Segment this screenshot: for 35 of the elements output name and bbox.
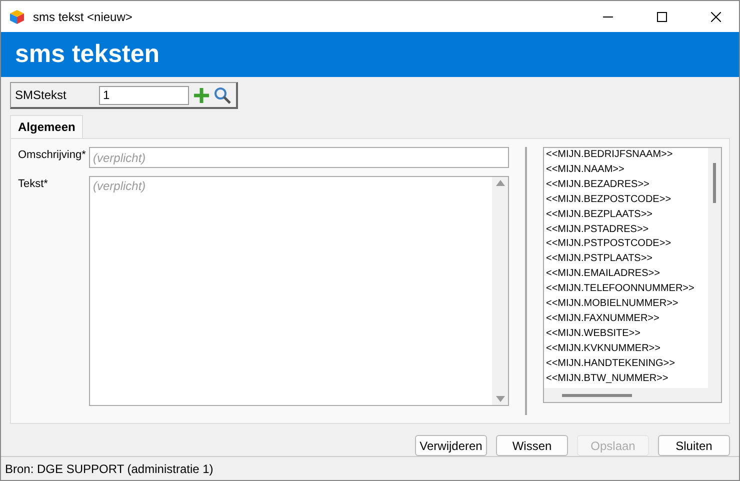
variable-item[interactable]: <<MIJN.BEZADRES>> <box>544 178 708 193</box>
variable-item[interactable]: <<MIJN.MOBIELNUMMER>> <box>544 297 708 312</box>
variable-item[interactable]: <<MIJN.PSTADRES>> <box>544 222 708 238</box>
scrollbar-thumb[interactable] <box>713 163 716 203</box>
variable-item[interactable]: <<MIJN.BEZPLAATS>> <box>544 208 708 223</box>
description-field[interactable]: (verplicht) <box>89 147 509 168</box>
tab[interactable]: Algemeen <box>10 115 84 138</box>
lookup-field[interactable]: 1 <box>99 86 189 104</box>
variable-item[interactable]: <<MIJN.PSTPOSTCODE>> <box>544 237 708 252</box>
field-label: Tekst* <box>18 177 49 192</box>
variable-item[interactable]: <<MIJN.BTW_NUMMER>> <box>544 372 708 386</box>
variable-item[interactable]: <<MIJN.WEBSITE>> <box>544 326 708 342</box>
field-label: Omschrijving* <box>18 148 87 163</box>
variable-item[interactable]: <<MIJN.BEZPOSTCODE>> <box>544 192 708 208</box>
variable-item[interactable]: <<MIJN.TELEFOONNUMMER>> <box>544 282 708 298</box>
variable-item[interactable]: <<MIJN.BEDRIJFSNAAM>> <box>544 148 708 163</box>
variable-item[interactable]: <<MIJN.HANDTEKENING>> <box>544 356 708 372</box>
variable-item[interactable]: <<MIJN.KVKNUMMER>> <box>544 342 708 357</box>
scroll-up-icon[interactable] <box>496 180 504 186</box>
scroll-down-icon[interactable] <box>496 396 504 402</box>
variable-item[interactable]: <<MIJN.PSTPLAATS>> <box>544 252 708 268</box>
search-icon[interactable] <box>214 86 231 104</box>
scrollbar-thumb[interactable] <box>562 394 632 397</box>
header-title: sms teksten <box>15 40 160 69</box>
window-title: sms tekst <nieuw> <box>33 10 134 24</box>
action-button[interactable]: Verwijderen <box>415 435 487 456</box>
variable-item[interactable]: <<MIJN.EMAILADRES>> <box>544 267 708 282</box>
action-button[interactable]: Sluiten <box>658 435 730 456</box>
add-icon[interactable] <box>193 86 210 104</box>
action-button[interactable]: Wissen <box>496 435 568 456</box>
lookup-label: SMStekst <box>15 88 68 102</box>
variable-item[interactable]: <<MIJN.NAAM>> <box>544 162 708 178</box>
app-logo-icon <box>9 8 25 24</box>
status-text: Bron: DGE SUPPORT (administratie 1) <box>5 462 214 476</box>
variable-item[interactable]: <<MIJN.FAXNUMMER>> <box>544 312 708 327</box>
